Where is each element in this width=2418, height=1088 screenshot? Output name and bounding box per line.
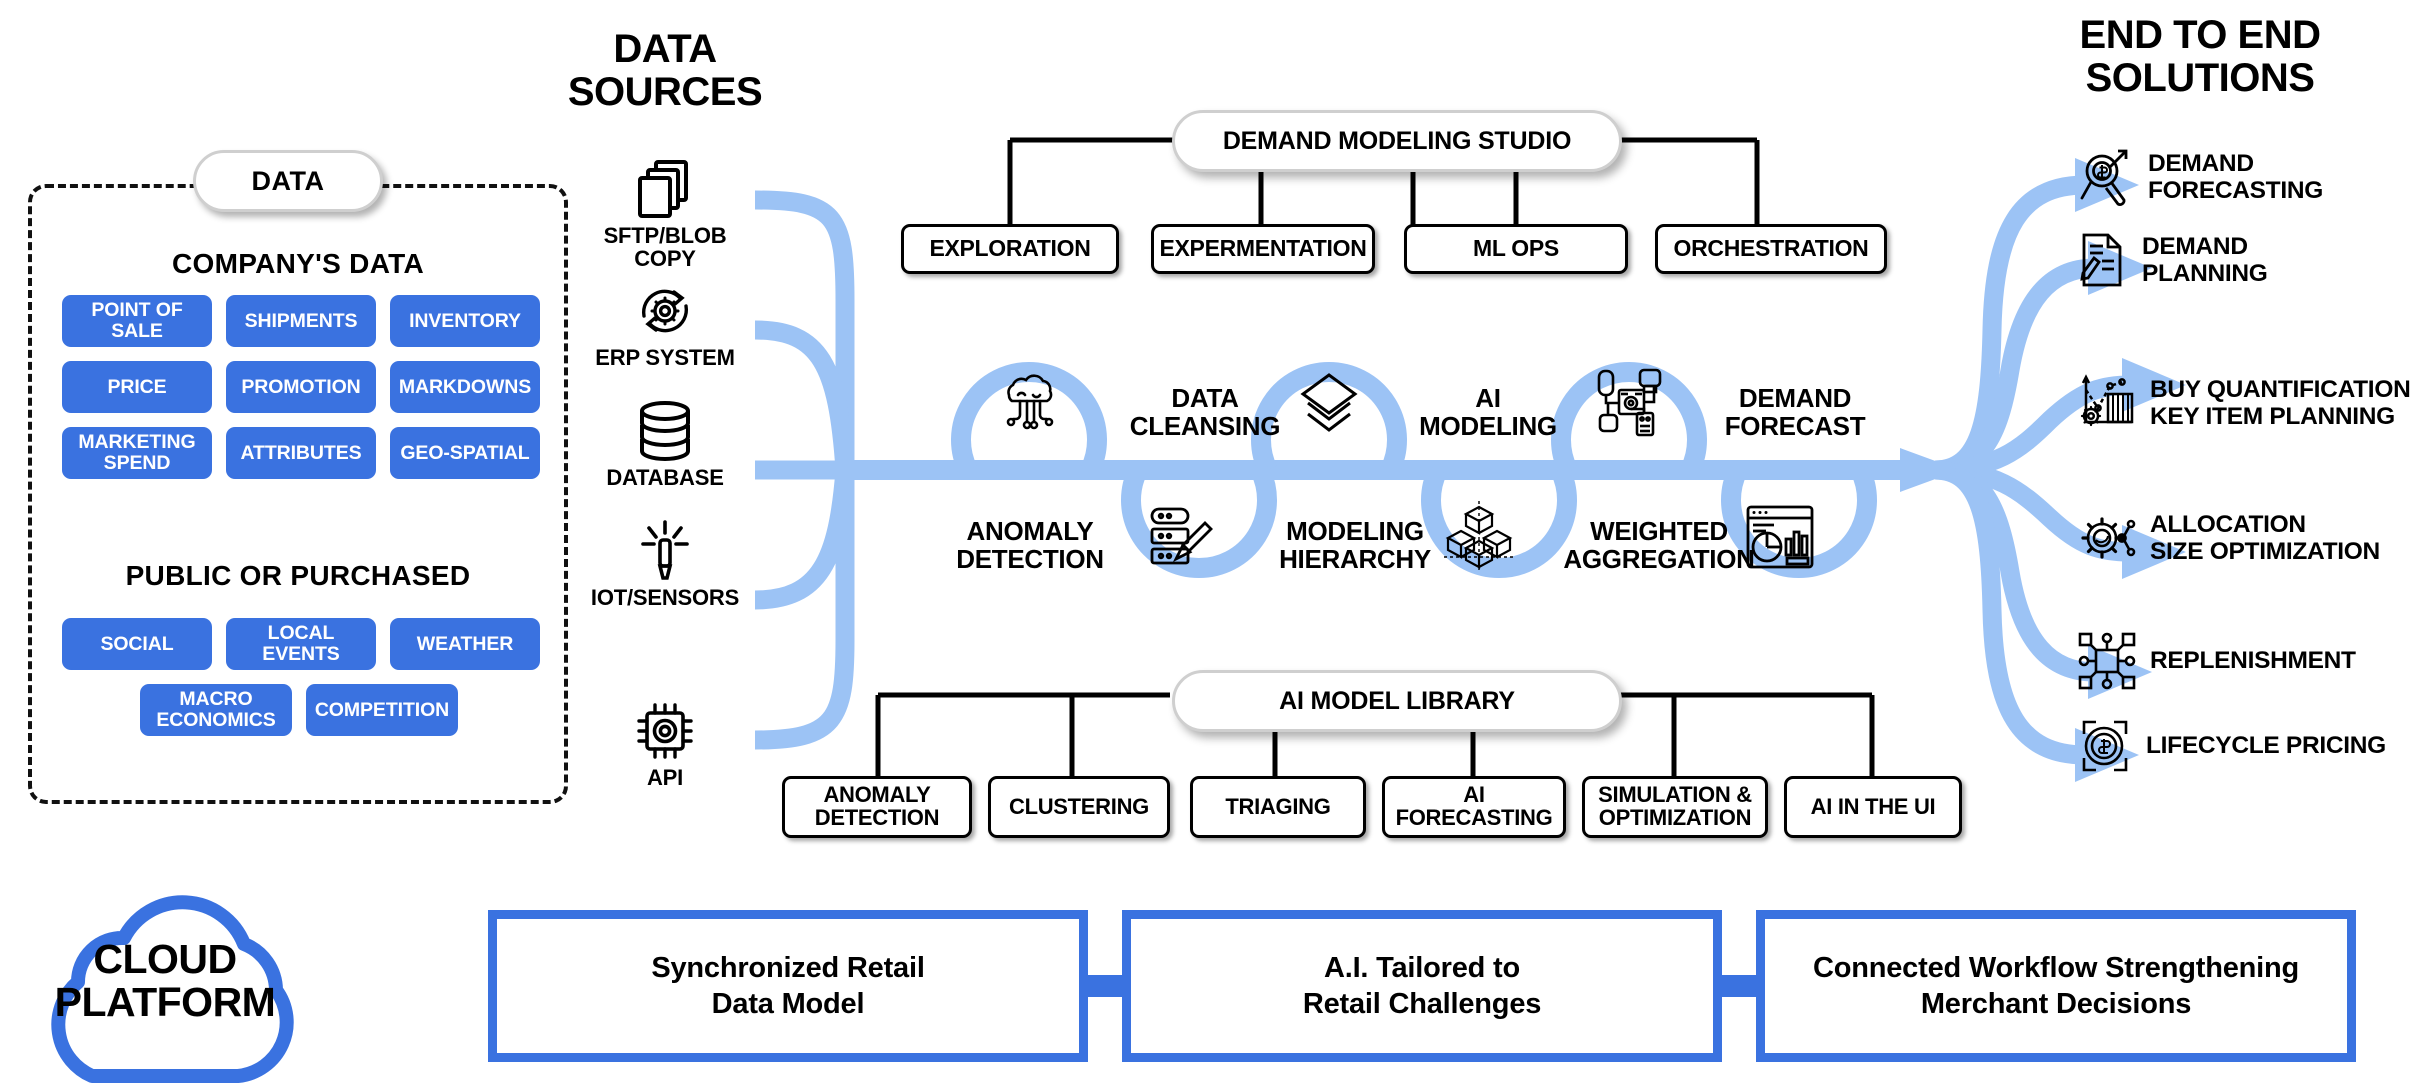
public-data-chips-row2: MACRO ECONOMICS COMPETITION bbox=[140, 684, 470, 736]
document-pencil-icon bbox=[2078, 232, 2126, 288]
chip-shipments[interactable]: SHIPMENTS bbox=[226, 295, 376, 347]
data-source-sftp-blob-copy[interactable]: SFTP/BLOB COPY bbox=[565, 158, 765, 271]
chip-marketing-spend[interactable]: MARKETING SPEND bbox=[62, 427, 212, 479]
data-source-database[interactable]: DATABASE bbox=[565, 400, 765, 489]
solution-label: LIFECYCLE PRICING bbox=[2146, 732, 2386, 760]
library-child-triaging[interactable]: TRIAGING bbox=[1190, 776, 1366, 838]
data-source-erp-system[interactable]: ERP SYSTEM bbox=[565, 280, 765, 369]
studio-child-ml-ops[interactable]: ML OPS bbox=[1404, 224, 1628, 274]
pipeline-label-weighted-aggregation: WEIGHTED AGGREGATION bbox=[1563, 516, 1755, 574]
solution-demand-forecasting[interactable]: DEMAND FORECASTING bbox=[2078, 148, 2418, 206]
coin-dollar-cycle-icon bbox=[2078, 718, 2132, 774]
ml-ops-network-icon bbox=[1590, 363, 1670, 445]
data-source-label: DATABASE bbox=[606, 465, 724, 490]
studio-child-expermentation[interactable]: EXPERMENTATION bbox=[1151, 224, 1375, 274]
data-source-label: SFTP/BLOB COPY bbox=[603, 223, 727, 272]
pipeline-label-ai-modeling: AI MODELING bbox=[1419, 383, 1557, 441]
library-child-simulation-optimization[interactable]: SIMULATION & OPTIMIZATION bbox=[1582, 776, 1768, 838]
chip-competition[interactable]: COMPETITION bbox=[306, 684, 458, 736]
data-source-label: ERP SYSTEM bbox=[595, 345, 735, 370]
solution-demand-planning[interactable]: DEMAND PLANNING bbox=[2078, 232, 2418, 288]
diagram-canvas: DATA COMPANY'S DATA POINT OF SALE SHIPME… bbox=[0, 0, 2418, 1088]
library-child-ai-in-the-ui[interactable]: AI IN THE UI bbox=[1784, 776, 1962, 838]
chart-gear-icon bbox=[2078, 374, 2136, 432]
dashboard-chart-icon bbox=[1740, 499, 1820, 577]
chip-local-events[interactable]: LOCAL EVENTS bbox=[226, 618, 376, 670]
public-data-chips-row1: SOCIAL LOCAL EVENTS WEATHER bbox=[62, 618, 540, 670]
chip-price[interactable]: PRICE bbox=[62, 361, 212, 413]
database-icon bbox=[565, 400, 765, 462]
data-source-label: IOT/SENSORS bbox=[590, 585, 740, 610]
library-child-clustering[interactable]: CLUSTERING bbox=[988, 776, 1170, 838]
chip-promotion[interactable]: PROMOTION bbox=[226, 361, 376, 413]
data-sources-heading: DATA SOURCES bbox=[567, 27, 763, 115]
solution-label: ALLOCATION SIZE OPTIMIZATION bbox=[2150, 510, 2380, 565]
demand-modeling-studio-node[interactable]: DEMAND MODELING STUDIO bbox=[1172, 110, 1622, 172]
studio-child-exploration[interactable]: EXPLORATION bbox=[901, 224, 1119, 274]
chip-macro-economics[interactable]: MACRO ECONOMICS bbox=[140, 684, 292, 736]
company-data-chips: POINT OF SALE SHIPMENTS INVENTORY PRICE … bbox=[62, 295, 540, 479]
solution-label: DEMAND PLANNING bbox=[2142, 232, 2268, 287]
company-data-title: COMPANY'S DATA bbox=[172, 248, 424, 279]
cubes-axis-icon bbox=[1440, 499, 1518, 577]
data-source-api[interactable]: API bbox=[565, 700, 765, 789]
documents-copy-icon bbox=[565, 158, 765, 220]
solution-allocation-size-optimization[interactable]: ALLOCATION SIZE OPTIMIZATION bbox=[2078, 510, 2418, 566]
solution-label: BUY QUANTIFICATION KEY ITEM PLANNING bbox=[2150, 375, 2411, 430]
end-to-end-solutions-heading: END TO END SOLUTIONS bbox=[2079, 13, 2321, 101]
value-connector-2 bbox=[1718, 975, 1760, 997]
solution-replenishment[interactable]: REPLENISHMENT bbox=[2078, 632, 2418, 690]
solution-lifecycle-pricing[interactable]: LIFECYCLE PRICING bbox=[2078, 718, 2418, 774]
ai-brain-icon bbox=[990, 365, 1068, 443]
gear-node-icon bbox=[2078, 510, 2136, 566]
pipeline-label-anomaly-detection: ANOMALY DETECTION bbox=[956, 516, 1104, 574]
iot-sensor-icon bbox=[565, 520, 765, 582]
data-pill-label: DATA bbox=[193, 150, 383, 212]
solution-label: DEMAND FORECASTING bbox=[2148, 149, 2324, 204]
value-box-connected-workflow[interactable]: Connected Workflow Strengthening Merchan… bbox=[1756, 910, 2356, 1062]
solution-buy-quantification[interactable]: BUY QUANTIFICATION KEY ITEM PLANNING bbox=[2078, 374, 2418, 432]
network-square-icon bbox=[2078, 632, 2136, 690]
value-connector-1 bbox=[1084, 975, 1126, 997]
chip-geo-spatial[interactable]: GEO-SPATIAL bbox=[390, 427, 540, 479]
data-source-label: API bbox=[646, 765, 684, 790]
studio-child-orchestration[interactable]: ORCHESTRATION bbox=[1655, 224, 1887, 274]
api-chip-icon bbox=[565, 700, 765, 762]
chip-point-of-sale[interactable]: POINT OF SALE bbox=[62, 295, 212, 347]
chip-markdowns[interactable]: MARKDOWNS bbox=[390, 361, 540, 413]
public-purchased-title: PUBLIC OR PURCHASED bbox=[125, 560, 471, 591]
ai-model-library-node[interactable]: AI MODEL LIBRARY bbox=[1172, 670, 1622, 732]
erp-gear-cycle-icon bbox=[565, 280, 765, 342]
chip-attributes[interactable]: ATTRIBUTES bbox=[226, 427, 376, 479]
library-child-ai-forecasting[interactable]: AI FORECASTING bbox=[1382, 776, 1566, 838]
library-child-anomaly-detection[interactable]: ANOMALY DETECTION bbox=[782, 776, 972, 838]
value-box-ai-tailored-to-retail-challenges[interactable]: A.I. Tailored to Retail Challenges bbox=[1122, 910, 1722, 1062]
solution-label: REPLENISHMENT bbox=[2150, 647, 2356, 675]
chip-weather[interactable]: WEATHER bbox=[390, 618, 540, 670]
pipeline-label-modeling-hierarchy: MODELING HIERARCHY bbox=[1279, 516, 1431, 574]
value-box-synchronized-retail-data-model[interactable]: Synchronized Retail Data Model bbox=[488, 910, 1088, 1062]
chip-social[interactable]: SOCIAL bbox=[62, 618, 212, 670]
cloud-platform-label: CLOUD PLATFORM bbox=[54, 936, 276, 1026]
layers-icon bbox=[1290, 365, 1368, 443]
data-source-iot-sensors[interactable]: IOT/SENSORS bbox=[565, 520, 765, 609]
server-brush-icon bbox=[1140, 499, 1218, 577]
pipeline-label-data-cleansing: DATA CLEANSING bbox=[1129, 383, 1281, 441]
pipeline-label-demand-forecast: DEMAND FORECAST bbox=[1724, 383, 1866, 441]
magnifier-dollar-growth-icon bbox=[2078, 148, 2132, 206]
chip-inventory[interactable]: INVENTORY bbox=[390, 295, 540, 347]
